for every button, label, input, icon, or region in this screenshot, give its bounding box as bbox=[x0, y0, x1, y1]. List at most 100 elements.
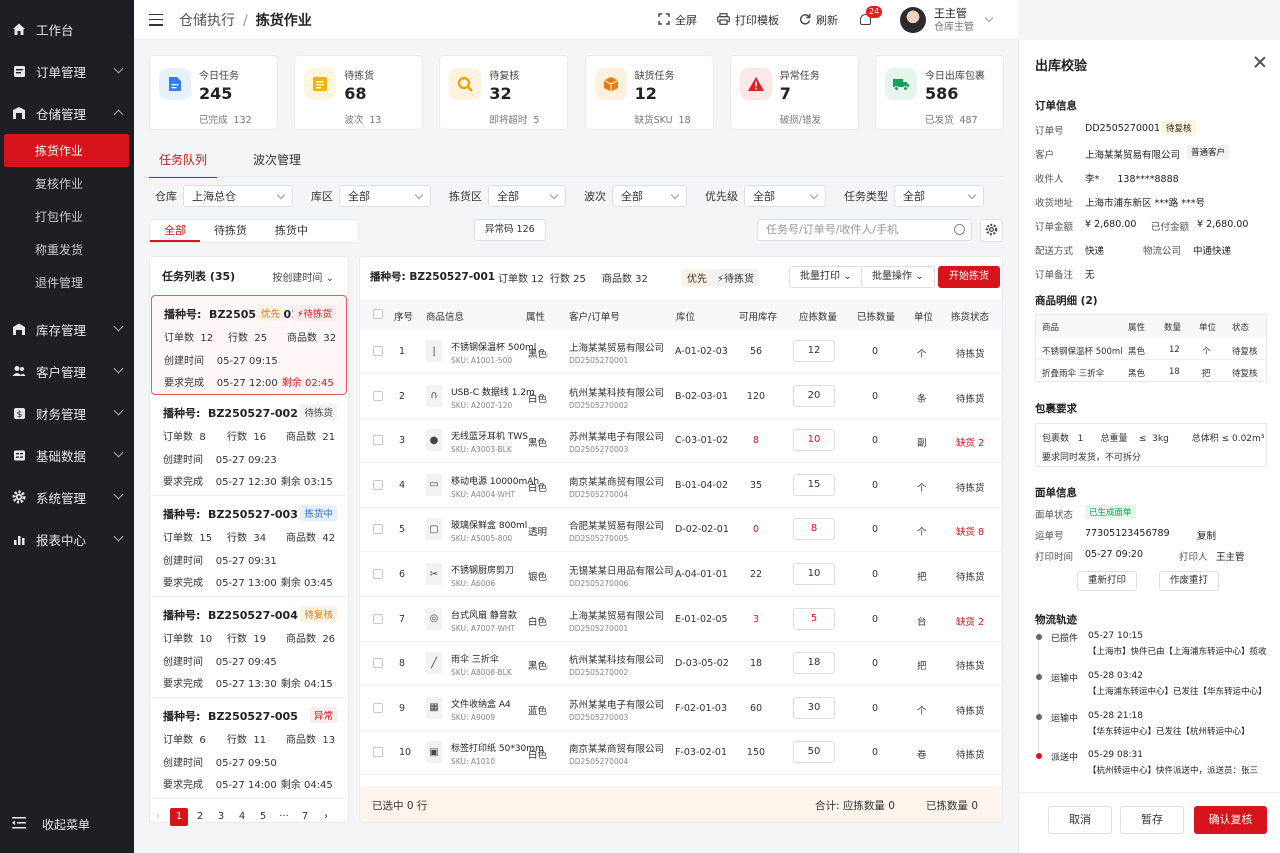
kpi-card[interactable]: 异常任务 7 破损/错发 bbox=[729, 55, 859, 130]
table-row[interactable]: 8 ╱ 雨伞 三折伞 SKU: A8008-BLK 黑色 杭州某某科技有限公司 DD2505… bbox=[360, 641, 1002, 687]
table-row[interactable]: 1 | 不锈钢保温杯 500ml SKU: A1001-500 黑色 上海某某贸易有限公司… bbox=[360, 329, 1002, 374]
page-button[interactable]: 2 bbox=[191, 808, 209, 826]
nav-sub-weigh-ship[interactable]: 称重发货 bbox=[0, 233, 134, 266]
kpi-card[interactable]: 待拣货 68 波次 13 bbox=[294, 55, 424, 130]
kpi-card[interactable]: 今日任务 245 已完成 132 bbox=[149, 55, 278, 130]
kpi-card[interactable]: 今日出库包裹 586 已发货 487 bbox=[874, 55, 1004, 130]
batch-print-button[interactable]: 批量打印 ⌄ bbox=[789, 266, 863, 288]
table-row[interactable]: 10 ▣ 标签打印纸 50*30mm SKU: A1010 白色 南京某某商贸有限公司 DD… bbox=[360, 730, 1002, 776]
filter-wave-select[interactable]: 全部 bbox=[612, 185, 687, 207]
nav-orders[interactable]: 订单管理 bbox=[0, 50, 134, 92]
tab-task-queue[interactable]: 任务队列 bbox=[149, 145, 218, 178]
nav-inventory[interactable]: 库存管理 bbox=[0, 308, 134, 350]
breadcrumb-parent[interactable]: 仓储执行 bbox=[179, 13, 235, 29]
need-quantity-input[interactable]: 5 bbox=[793, 607, 835, 630]
close-icon[interactable] bbox=[1254, 56, 1266, 68]
prev-page-button[interactable]: ‹ bbox=[149, 808, 167, 826]
next-page-button[interactable]: › bbox=[317, 808, 335, 826]
subtab-picking[interactable]: 拣货中 bbox=[261, 220, 358, 242]
page-button[interactable]: 5 bbox=[254, 808, 272, 826]
row-checkbox[interactable] bbox=[373, 702, 383, 713]
nav-warehouse[interactable]: 仓储管理 bbox=[0, 92, 134, 134]
copy-link[interactable]: 复制 bbox=[1197, 528, 1216, 542]
need-quantity-input[interactable]: 12 bbox=[793, 340, 835, 362]
row-checkbox[interactable] bbox=[373, 524, 383, 535]
task-card[interactable]: 播种号: BZ250527-002 待拣货 订单数 8 行数 16 商品数 21 创建时间… bbox=[151, 395, 347, 496]
sort-select[interactable]: 按创建时间 ⌄ bbox=[272, 269, 334, 284]
page-button[interactable]: ··· bbox=[275, 808, 293, 826]
page-button[interactable]: 7 bbox=[296, 808, 314, 826]
task-card[interactable]: 播种号: BZ250527-001 ⚡待拣货 优先 订单数 12 行数 25 商品数 32… bbox=[151, 295, 347, 395]
nav-workbench[interactable]: 工作台 bbox=[0, 8, 134, 50]
need-quantity-input[interactable]: 10 bbox=[793, 563, 835, 585]
task-card[interactable]: 播种号: BZ250527-004 待复核 订单数 10 行数 19 商品数 26 创建时… bbox=[151, 597, 347, 698]
refresh-button[interactable]: 刷新 bbox=[799, 12, 838, 28]
row-checkbox[interactable] bbox=[373, 479, 383, 490]
task-card[interactable]: 播种号: BZ250527-005 异常 订单数 6 行数 11 商品数 13 创建时间 … bbox=[151, 698, 347, 799]
print-template-button[interactable]: 打印模板 bbox=[717, 12, 779, 28]
nav-customers[interactable]: 客户管理 bbox=[0, 350, 134, 392]
row-checkbox[interactable] bbox=[373, 390, 383, 401]
start-picking-button[interactable]: 开始拣货 bbox=[938, 266, 1000, 288]
need-quantity-input[interactable]: 15 bbox=[793, 473, 835, 496]
hamburger-menu-icon[interactable] bbox=[149, 13, 163, 26]
need-quantity-input[interactable]: 20 bbox=[793, 384, 835, 407]
fullscreen-button[interactable]: 全屏 bbox=[658, 12, 697, 28]
nav-sub-returns[interactable]: 退件管理 bbox=[0, 266, 134, 299]
exception-count-button[interactable]: 异常码 126 bbox=[474, 219, 546, 241]
filter-zone-select[interactable]: 全部 bbox=[339, 185, 431, 207]
nav-sub-picking[interactable]: 拣货作业 bbox=[4, 134, 129, 167]
row-checkbox[interactable] bbox=[373, 747, 383, 758]
table-row[interactable]: 9 ▦ 文件收纳盒 A4 SKU: A9009 蓝色 苏州某某电子有限公司 DD250527… bbox=[360, 686, 1002, 731]
page-button[interactable]: 3 bbox=[212, 808, 230, 826]
collapse-menu-button[interactable]: 收起菜单 bbox=[0, 811, 134, 837]
page-button[interactable]: 4 bbox=[233, 808, 251, 826]
batch-operation-button[interactable]: 批量操作 ⌄ bbox=[861, 266, 935, 288]
row-checkbox[interactable] bbox=[373, 613, 383, 624]
row-checkbox[interactable] bbox=[373, 346, 383, 356]
void-reprint-button[interactable]: 作废重打 bbox=[1159, 571, 1220, 591]
need-quantity-input[interactable]: 18 bbox=[793, 652, 835, 675]
table-row[interactable]: 4 ▭ 移动电源 10000mAh SKU: A4004-WHT 白色 南京某某商贸有限公… bbox=[360, 463, 1002, 508]
need-quantity-input[interactable]: 50 bbox=[793, 741, 835, 764]
row-checkbox[interactable] bbox=[373, 569, 383, 579]
filter-priority-select[interactable]: 全部 bbox=[744, 185, 826, 207]
cancel-button[interactable]: 取消 bbox=[1048, 806, 1112, 834]
confirm-review-button[interactable]: 确认复核 bbox=[1194, 806, 1267, 834]
need-quantity-input[interactable]: 8 bbox=[793, 518, 835, 541]
nav-finance[interactable]: $ 财务管理 bbox=[0, 392, 134, 434]
user-info[interactable]: 王主管 仓库主管 bbox=[934, 7, 974, 34]
nav-basic-data[interactable]: 基础数据 bbox=[0, 434, 134, 476]
nav-system[interactable]: 系统管理 bbox=[0, 476, 134, 518]
tab-wave-management[interactable]: 波次管理 bbox=[243, 145, 311, 178]
table-row[interactable]: 5 ▢ 玻璃保鲜盒 800ml SKU: A5005-800 透明 合肥某某贸易有限公司 D… bbox=[360, 507, 1002, 553]
table-row[interactable]: 3 ● 无线蓝牙耳机 TWS SKU: A3003-BLK 黑色 苏州某某电子有限公司 DD… bbox=[360, 418, 1002, 464]
filter-warehouse-select[interactable]: 上海总仓 bbox=[183, 185, 293, 207]
select-all-checkbox[interactable] bbox=[373, 309, 383, 319]
kpi-card[interactable]: 缺货任务 12 缺货SKU 18 bbox=[584, 55, 714, 130]
chevron-down-icon[interactable] bbox=[984, 13, 994, 23]
page-button[interactable]: 1 bbox=[170, 808, 188, 826]
search-input[interactable]: 任务号/订单号/收件人/手机 bbox=[757, 219, 972, 241]
subtab-pending-pick[interactable]: 待拣货 bbox=[200, 220, 261, 242]
table-row[interactable]: 7 ◎ 台式风扇 静音款 SKU: A7007-WHT 白色 上海某某贸易有限公司 DD25… bbox=[360, 597, 1002, 642]
column-settings-button[interactable] bbox=[980, 219, 1003, 242]
save-draft-button[interactable]: 暂存 bbox=[1120, 806, 1184, 834]
kpi-card[interactable]: 待复核 32 即将超时 5 bbox=[439, 55, 569, 130]
reprint-button[interactable]: 重新打印 bbox=[1077, 571, 1138, 591]
subtab-all[interactable]: 全部 bbox=[150, 220, 200, 242]
nav-sub-packing[interactable]: 打包作业 bbox=[0, 200, 134, 233]
row-checkbox[interactable] bbox=[373, 658, 383, 669]
notification-bell-icon[interactable]: 24 bbox=[858, 6, 883, 27]
table-row[interactable]: 2 ∩ USB-C 数据线 1.2m SKU: A2002-120 白色 杭州某某科技有限… bbox=[360, 374, 1002, 419]
table-row[interactable]: 6 ✂ 不锈钢厨房剪刀 SKU: A6006 银色 无锡某某日用品有限公司 DD250527… bbox=[360, 552, 1002, 597]
nav-reports[interactable]: 报表中心 bbox=[0, 518, 134, 560]
avatar[interactable] bbox=[900, 7, 926, 33]
need-quantity-input[interactable]: 10 bbox=[793, 429, 835, 452]
filter-pick-area-select[interactable]: 全部 bbox=[488, 185, 566, 207]
need-quantity-input[interactable]: 30 bbox=[793, 696, 835, 719]
task-card[interactable]: 播种号: BZ250527-003 拣货中 订单数 15 行数 34 商品数 42 创建时… bbox=[151, 496, 347, 597]
nav-sub-review[interactable]: 复核作业 bbox=[0, 167, 134, 200]
filter-task-type-select[interactable]: 全部 bbox=[894, 185, 984, 207]
row-checkbox[interactable] bbox=[373, 435, 383, 446]
